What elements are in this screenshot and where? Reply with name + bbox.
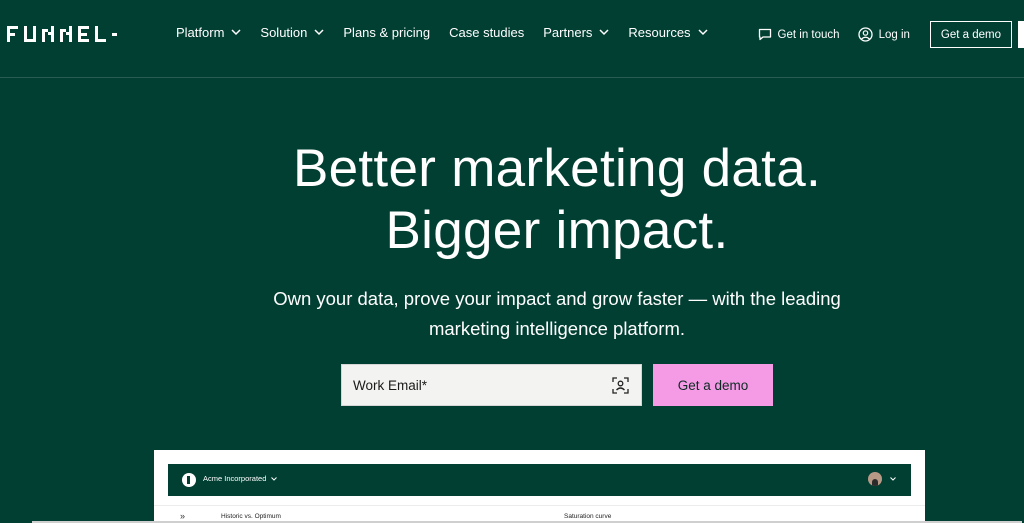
nav-item-label: Platform: [176, 25, 225, 40]
get-in-touch-label: Get in touch: [777, 28, 840, 41]
get-demo-button[interactable]: Get a demo: [653, 364, 773, 406]
preview-header: Acme Incorporated: [168, 464, 911, 496]
hero-subtitle: Own your data, prove your impact and gro…: [0, 284, 1024, 344]
nav-item-label: Resources: [628, 25, 691, 40]
company-name: Acme Incorporated: [203, 474, 267, 483]
log-in-link[interactable]: Log in: [857, 27, 910, 42]
chevron-down-icon: [271, 476, 278, 481]
chevron-down-icon: [698, 29, 708, 36]
app-logo-icon: [182, 473, 196, 487]
demo-signup-form: Work Email* Get a demo: [341, 364, 773, 406]
chevron-down-icon[interactable]: [890, 477, 896, 481]
nav-item-label: Solution: [260, 25, 308, 40]
hero-title: Better marketing data. Bigger impact.: [0, 138, 1024, 262]
top-navigation: Platform Solution Plans & pricing Case s…: [0, 0, 1024, 78]
avatar[interactable]: [868, 472, 882, 486]
log-in-label: Log in: [878, 28, 910, 41]
chat-icon: [758, 28, 771, 41]
dashboard-preview: Acme Incorporated » Historic vs. Optimum…: [154, 450, 925, 523]
work-email-input[interactable]: Work Email*: [341, 364, 642, 406]
hero-title-line-2: Bigger impact.: [385, 201, 729, 260]
chevron-down-icon: [231, 29, 241, 36]
hero-subtitle-line-1: Own your data, prove your impact and gro…: [273, 288, 841, 309]
chevron-down-icon: [599, 29, 609, 36]
expand-sidebar-icon[interactable]: »: [180, 511, 185, 521]
main-menu: Platform Solution Plans & pricing Case s…: [176, 25, 727, 40]
contact-autofill-icon[interactable]: [612, 376, 629, 394]
get-in-touch-link[interactable]: Get in touch: [758, 28, 840, 41]
get-demo-label: Get a demo: [677, 377, 749, 393]
nav-utilities: Get in touch Log in Get a demo: [758, 21, 1024, 48]
funnel-logo[interactable]: [7, 26, 133, 42]
historic-optimum-label: Historic vs. Optimum: [221, 513, 281, 520]
chevron-down-icon: [314, 29, 324, 36]
hero-title-line-1: Better marketing data.: [292, 139, 822, 198]
hero-subtitle-line-2: marketing intelligence platform.: [428, 318, 686, 339]
nav-item-label: Plans & pricing: [343, 25, 431, 40]
clipped-nav-button[interactable]: [1018, 21, 1024, 48]
get-demo-nav-button[interactable]: Get a demo: [929, 21, 1012, 48]
work-email-placeholder: Work Email*: [353, 377, 428, 393]
get-demo-nav-label: Get a demo: [940, 28, 1001, 41]
nav-item-platform[interactable]: Platform: [176, 25, 241, 40]
nav-item-partners[interactable]: Partners: [543, 25, 609, 40]
nav-item-label: Partners: [543, 25, 593, 40]
nav-item-solution[interactable]: Solution: [260, 25, 324, 40]
nav-item-plans-pricing[interactable]: Plans & pricing: [343, 25, 430, 40]
company-switcher[interactable]: Acme Incorporated: [203, 474, 278, 483]
divider: [154, 505, 925, 506]
user-icon: [857, 27, 873, 42]
nav-item-resources[interactable]: Resources: [628, 25, 708, 40]
saturation-curve-label: Saturation curve: [564, 513, 612, 520]
nav-item-label: Case studies: [449, 25, 525, 40]
nav-item-case-studies[interactable]: Case studies: [449, 25, 524, 40]
